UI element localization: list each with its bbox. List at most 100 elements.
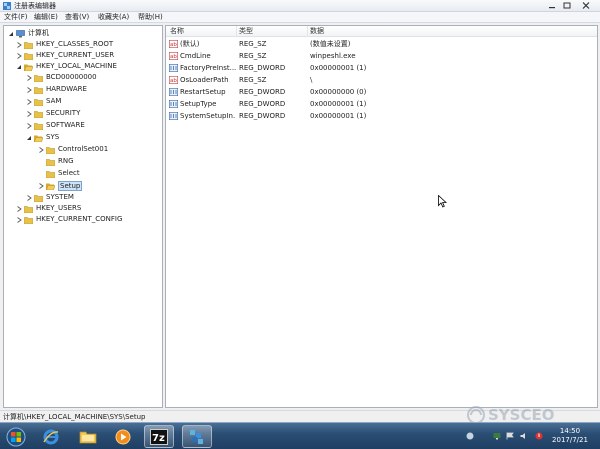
expand-icon[interactable] <box>25 122 32 129</box>
column-header-data[interactable]: 数据 <box>310 27 324 36</box>
expand-icon[interactable] <box>15 52 22 59</box>
value-data: \ <box>310 76 313 84</box>
value-name: SystemSetupIn... <box>180 112 236 120</box>
expand-icon[interactable] <box>15 41 22 48</box>
minimize-button[interactable] <box>546 1 558 10</box>
folder-icon <box>34 86 43 94</box>
tree-label: HKEY_LOCAL_MACHINE <box>36 62 117 70</box>
taskbar-ie[interactable] <box>36 425 66 448</box>
binary-value-icon <box>169 112 178 120</box>
expand-icon[interactable] <box>25 74 32 81</box>
title-bar[interactable]: 注册表编辑器 <box>0 0 600 12</box>
maximize-button[interactable] <box>561 1 573 10</box>
expand-icon[interactable] <box>15 216 22 223</box>
table-row[interactable]: SystemSetupIn... REG_DWORD 0x00000001 (1… <box>166 110 597 122</box>
tree-node-hkcr[interactable]: HKEY_CLASSES_ROOT <box>15 39 113 50</box>
collapse-icon[interactable] <box>25 134 32 141</box>
folder-open-icon <box>24 64 33 71</box>
folder-icon <box>24 216 33 224</box>
tree-node-hklm[interactable]: HKEY_LOCAL_MACHINE <box>15 61 117 72</box>
expand-icon[interactable] <box>37 182 44 189</box>
tray-network-icon[interactable] <box>493 432 501 440</box>
table-row[interactable]: ab (默认) REG_SZ (数值未设置) <box>166 38 597 50</box>
folder-icon <box>34 98 43 106</box>
expand-icon[interactable] <box>37 146 44 153</box>
close-button[interactable] <box>576 1 596 10</box>
menu-file[interactable]: 文件(F) <box>4 13 28 22</box>
folder-icon <box>46 146 55 154</box>
start-button[interactable] <box>2 425 30 448</box>
value-type: REG_DWORD <box>239 88 286 96</box>
status-path: 计算机\HKEY_LOCAL_MACHINE\SYS\Setup <box>3 413 146 421</box>
svg-text:ab: ab <box>170 78 177 84</box>
expand-icon[interactable] <box>25 86 32 93</box>
tree-label: HKEY_CURRENT_CONFIG <box>36 215 123 223</box>
tree-node-hkcu[interactable]: HKEY_CURRENT_USER <box>15 50 114 61</box>
list-header: 名称 类型 数据 <box>166 26 597 37</box>
table-row[interactable]: ab CmdLine REG_SZ winpeshl.exe <box>166 50 597 62</box>
tree-node-sam[interactable]: SAM <box>25 96 61 107</box>
tree-node-sys[interactable]: SYS <box>25 132 59 143</box>
menu-help[interactable]: 帮助(H) <box>138 13 163 22</box>
tree-node-software[interactable]: SOFTWARE <box>25 120 85 131</box>
column-divider[interactable] <box>236 26 237 37</box>
collapse-icon[interactable] <box>15 63 22 70</box>
maximize-icon <box>563 2 571 9</box>
value-name: SetupType <box>180 100 217 108</box>
tree-node-select[interactable]: Select <box>46 168 80 179</box>
menu-favorites[interactable]: 收藏夹(A) <box>98 13 129 22</box>
table-row[interactable]: ab OsLoaderPath REG_SZ \ <box>166 74 597 86</box>
table-row[interactable]: FactoryPreInst... REG_DWORD 0x00000001 (… <box>166 62 597 74</box>
tree-node-hku[interactable]: HKEY_USERS <box>15 203 81 214</box>
taskbar: 7z 14:50 2017/7/21 <box>0 422 600 449</box>
values-list[interactable]: 名称 类型 数据 ab (默认) REG_SZ (数值未设置) ab CmdLi… <box>165 25 598 408</box>
tray-icon[interactable] <box>466 432 474 440</box>
tree-node-bcd[interactable]: BCD00000000 <box>25 72 97 83</box>
tree-label: SECURITY <box>46 109 81 117</box>
tree-node-hkcc[interactable]: HKEY_CURRENT_CONFIG <box>15 214 122 225</box>
tree-node-setup[interactable]: Setup <box>37 180 83 191</box>
expand-icon[interactable] <box>25 110 32 117</box>
column-divider[interactable] <box>307 26 308 37</box>
tree-root[interactable]: 计算机 <box>7 28 49 39</box>
table-row[interactable]: RestartSetup REG_DWORD 0x00000000 (0) <box>166 86 597 98</box>
expand-icon[interactable] <box>15 205 22 212</box>
column-header-type[interactable]: 类型 <box>239 27 253 36</box>
tree-label: 计算机 <box>28 29 49 37</box>
start-orb-icon <box>6 427 26 446</box>
value-data: 0x00000001 (1) <box>310 64 367 72</box>
registry-tree[interactable]: 计算机 HKEY_CLASSES_ROOT HKEY_CURRENT_USER … <box>3 25 163 408</box>
table-row[interactable]: SetupType REG_DWORD 0x00000001 (1) <box>166 98 597 110</box>
taskbar-clock[interactable]: 14:50 2017/7/21 <box>548 427 592 445</box>
value-data: 0x00000001 (1) <box>310 112 367 120</box>
taskbar-explorer[interactable] <box>73 425 103 448</box>
tree-node-rng[interactable]: RNG <box>46 156 74 167</box>
tree-node-hardware[interactable]: HARDWARE <box>25 84 87 95</box>
menu-bar: 文件(F) 编辑(E) 查看(V) 收藏夹(A) 帮助(H) <box>0 12 600 23</box>
value-type: REG_SZ <box>239 76 267 84</box>
column-header-name[interactable]: 名称 <box>170 27 184 36</box>
tree-label: HKEY_CURRENT_USER <box>36 51 115 59</box>
tray-volume-icon[interactable] <box>520 432 528 440</box>
tree-label-selected: Setup <box>58 180 83 191</box>
expand-icon[interactable] <box>25 98 32 105</box>
tree-node-controlset001[interactable]: ControlSet001 <box>37 144 108 155</box>
taskbar-regedit[interactable] <box>182 425 212 448</box>
close-icon <box>582 2 590 9</box>
7zip-icon: 7z <box>150 428 168 445</box>
tree-node-system[interactable]: SYSTEM <box>25 192 74 203</box>
value-type: REG_SZ <box>239 52 267 60</box>
menu-view[interactable]: 查看(V) <box>65 13 89 22</box>
taskbar-media-player[interactable] <box>108 425 138 448</box>
collapse-icon[interactable] <box>7 30 14 37</box>
menu-edit[interactable]: 编辑(E) <box>34 13 58 22</box>
tree-label: SYSTEM <box>46 193 74 201</box>
window-title: 注册表编辑器 <box>14 2 56 10</box>
taskbar-7zip[interactable]: 7z <box>144 425 174 448</box>
tray-alert-icon[interactable] <box>535 432 543 440</box>
svg-text:ab: ab <box>170 42 177 48</box>
tray-flag-icon[interactable] <box>506 432 514 440</box>
folder-icon <box>34 110 43 118</box>
tree-node-security[interactable]: SECURITY <box>25 108 80 119</box>
expand-icon[interactable] <box>25 194 32 201</box>
